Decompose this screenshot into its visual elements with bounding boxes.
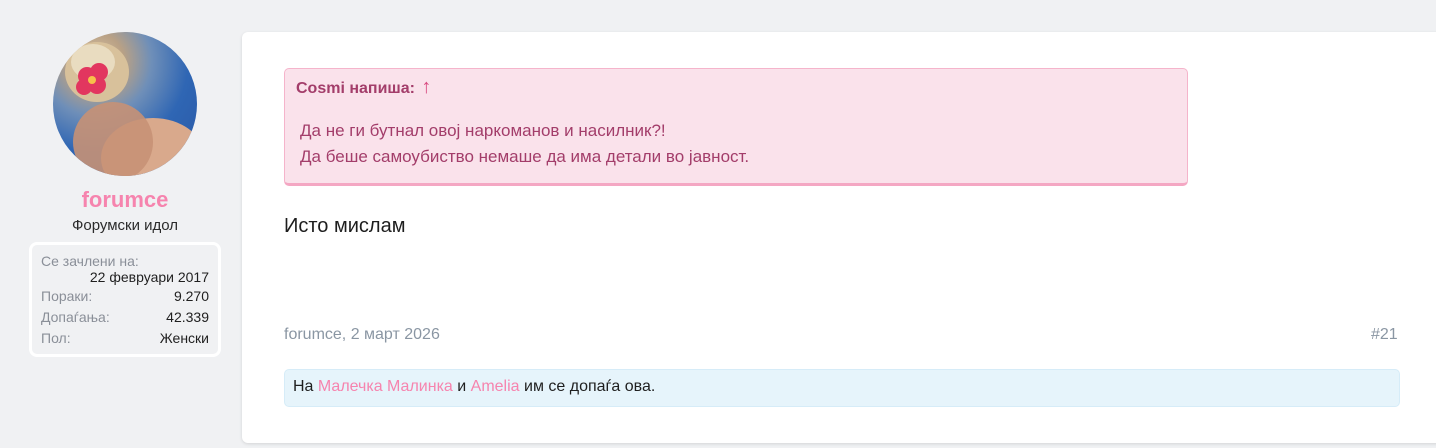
avatar-photo-icon	[65, 42, 197, 176]
likes-stat-row: Допаѓања: 42.339	[41, 307, 209, 328]
likes-conjunction: и	[457, 378, 467, 395]
user-rank-title: Форумски идол	[71, 217, 179, 234]
likes-suffix: им се допаѓа ова.	[524, 378, 656, 395]
username[interactable]: forumce	[29, 186, 221, 214]
quote-content: Да не ги бутнал овој наркоманов и насилн…	[300, 118, 749, 170]
likes-label: Допаѓања:	[41, 309, 110, 325]
gender-value: Женски	[159, 330, 209, 346]
quote-header: Cosmi напиша: ↑	[296, 75, 431, 101]
gender-stat-row: Пол: Женски	[41, 328, 209, 349]
jump-to-quote-icon[interactable]: ↑	[421, 76, 431, 98]
likes-prefix: На	[293, 378, 314, 395]
quote-line: Да не ги бутнал овој наркоманов и насилн…	[300, 121, 666, 140]
user-stats-box: Се зачлени на: 22 февруари 2017 Пораки: …	[29, 242, 221, 357]
liker-link[interactable]: Amelia	[471, 378, 520, 395]
post-number-link[interactable]: #21	[1371, 325, 1398, 345]
gender-label: Пол:	[41, 330, 71, 346]
post-author-date[interactable]: forumce, 2 март 2026	[284, 325, 440, 345]
likes-bar: На Малечка Малинка и Amelia им се допаѓа…	[284, 369, 1400, 407]
post-body-text: Исто мислам	[284, 215, 406, 237]
posts-label: Пораки:	[41, 288, 93, 304]
quote-line: Да беше самоубиство немаше да има детали…	[300, 147, 750, 166]
joined-label: Се зачлени на:	[41, 253, 139, 269]
posts-value: 9.270	[173, 288, 209, 304]
posts-stat-row: Пораки: 9.270	[41, 286, 209, 307]
forum-post-page: forumce Форумски идол Се зачлени на: 22 …	[0, 0, 1436, 448]
quote-author: Cosmi напиша:	[296, 80, 415, 97]
user-avatar[interactable]	[53, 32, 197, 176]
user-info-column: forumce Форумски идол Се зачлени на: 22 …	[29, 32, 221, 357]
quote-block: Cosmi напиша: ↑ Да не ги бутнал овој нар…	[284, 68, 1188, 186]
likes-value: 42.339	[166, 309, 209, 325]
liker-link[interactable]: Малечка Малинка	[318, 378, 453, 395]
post-card: Cosmi напиша: ↑ Да не ги бутнал овој нар…	[242, 32, 1436, 443]
joined-value: 22 февруари 2017	[89, 269, 209, 285]
